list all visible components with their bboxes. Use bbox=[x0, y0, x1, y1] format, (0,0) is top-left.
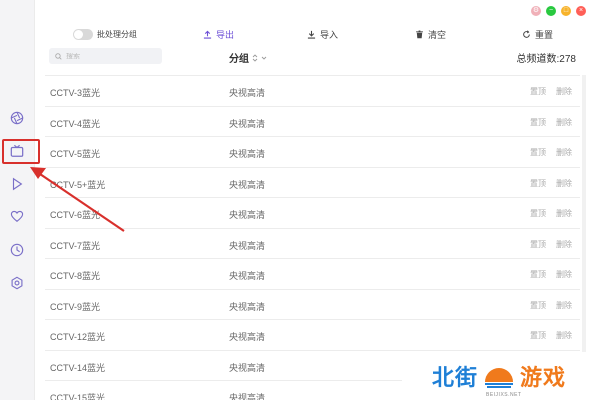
heart-icon[interactable] bbox=[7, 206, 27, 226]
aperture-icon[interactable] bbox=[7, 108, 27, 128]
pin-button[interactable]: 置顶 bbox=[530, 147, 546, 158]
pin-button[interactable]: 置顶 bbox=[530, 117, 546, 128]
batch-group-toggle[interactable]: 批处理分组 bbox=[73, 26, 137, 42]
delete-button[interactable]: 删除 bbox=[556, 178, 572, 189]
table-row[interactable]: CCTV-4蓝光 央视高清 置顶 删除 bbox=[45, 107, 580, 137]
group-column-header[interactable]: 分组 bbox=[229, 50, 267, 65]
table-row[interactable]: CCTV-3蓝光 央视高清 置顶 删除 bbox=[45, 76, 580, 107]
toggle-switch[interactable] bbox=[73, 28, 93, 40]
total-channels: 总频道数:278 bbox=[516, 54, 576, 65]
table-row[interactable]: CCTV-9蓝光 央视高清 置顶 删除 bbox=[45, 290, 580, 320]
chevron-down-icon[interactable] bbox=[261, 55, 267, 61]
watermark-text-part2: 游戏 bbox=[520, 366, 567, 391]
channel-name: CCTV-14蓝光 bbox=[50, 362, 106, 373]
gear-icon[interactable] bbox=[7, 273, 27, 293]
clear-label: 清空 bbox=[428, 29, 447, 40]
upload-icon bbox=[203, 30, 212, 39]
sort-icon[interactable] bbox=[252, 53, 258, 62]
play-icon[interactable] bbox=[7, 174, 27, 194]
sun-logo-icon bbox=[485, 368, 514, 388]
export-button[interactable]: 导出 bbox=[203, 26, 234, 42]
pin-button[interactable]: 置顶 bbox=[530, 178, 546, 189]
trash-icon bbox=[416, 29, 423, 38]
table-row[interactable]: CCTV-8蓝光 央视高清 置顶 删除 bbox=[45, 259, 580, 290]
search-input[interactable] bbox=[66, 52, 151, 60]
window-controls: ⚙ − □ × bbox=[531, 6, 586, 16]
table-row[interactable]: CCTV-7蓝光 央视高清 置顶 删除 bbox=[45, 229, 580, 259]
channel-group: 央视高清 bbox=[229, 362, 266, 373]
close-button[interactable]: × bbox=[576, 6, 586, 16]
delete-button[interactable]: 删除 bbox=[556, 330, 572, 341]
pin-button[interactable]: 置顶 bbox=[530, 330, 546, 341]
annotation-highlight-box bbox=[2, 139, 40, 164]
sidebar bbox=[0, 0, 34, 400]
main-panel: ⚙ − □ × 批处理分组 导出 导入 清空 重置 搜索 分组 总频道数:278… bbox=[34, 0, 600, 400]
import-button[interactable]: 导入 bbox=[307, 26, 338, 42]
channel-name: CCTV-12蓝光 bbox=[50, 332, 106, 342]
search-box[interactable] bbox=[49, 48, 162, 64]
maximize-button[interactable]: □ bbox=[561, 6, 571, 16]
channel-group: 央视高清 bbox=[229, 332, 266, 342]
channel-name: CCTV-9蓝光 bbox=[50, 301, 101, 312]
channel-group: 央视高清 bbox=[229, 210, 266, 220]
channel-name: CCTV-4蓝光 bbox=[50, 118, 101, 129]
settings-button[interactable]: ⚙ bbox=[531, 6, 541, 16]
channel-name: CCTV-6蓝光 bbox=[50, 210, 101, 220]
delete-button[interactable]: 删除 bbox=[556, 86, 572, 97]
toolbar: 批处理分组 导出 导入 清空 重置 bbox=[35, 26, 600, 42]
reset-label: 重置 bbox=[535, 29, 554, 40]
table-row[interactable]: CCTV-5+蓝光 央视高清 置顶 删除 bbox=[45, 168, 580, 198]
delete-button[interactable]: 删除 bbox=[556, 300, 572, 311]
search-icon bbox=[55, 52, 62, 60]
pin-button[interactable]: 置顶 bbox=[530, 300, 546, 311]
channel-name: CCTV-5+蓝光 bbox=[50, 179, 106, 190]
table-row[interactable]: CCTV-12蓝光 央视高清 置顶 删除 bbox=[45, 320, 580, 351]
pin-button[interactable]: 置顶 bbox=[530, 86, 546, 97]
table-row[interactable]: CCTV-6蓝光 央视高清 置顶 删除 bbox=[45, 198, 580, 229]
pin-button[interactable]: 置顶 bbox=[530, 239, 546, 250]
channel-group: 央视高清 bbox=[229, 271, 266, 281]
delete-button[interactable]: 删除 bbox=[556, 147, 572, 158]
channel-group: 央视高清 bbox=[229, 118, 266, 129]
channel-group: 央视高清 bbox=[229, 149, 266, 159]
download-icon bbox=[307, 30, 316, 39]
minimize-button[interactable]: − bbox=[546, 6, 556, 16]
channel-group: 央视高清 bbox=[229, 240, 266, 251]
table-row[interactable]: CCTV-5蓝光 央视高清 置顶 删除 bbox=[45, 137, 580, 168]
delete-button[interactable]: 删除 bbox=[556, 208, 572, 219]
group-header-label: 分组 bbox=[229, 54, 249, 65]
clock-icon[interactable] bbox=[7, 240, 27, 260]
clear-button[interactable]: 清空 bbox=[415, 26, 446, 42]
channel-group: 央视高清 bbox=[229, 301, 266, 312]
channel-name: CCTV-15蓝光 bbox=[50, 393, 106, 400]
channel-name: CCTV-8蓝光 bbox=[50, 271, 101, 281]
watermark-subtext: BEIJIXS.NET bbox=[486, 392, 522, 398]
import-label: 导入 bbox=[320, 29, 339, 40]
channel-group: 央视高清 bbox=[229, 88, 266, 98]
pin-button[interactable]: 置顶 bbox=[530, 208, 546, 219]
app-window: ⚙ − □ × 批处理分组 导出 导入 清空 重置 搜索 分组 总频道数:278… bbox=[0, 0, 600, 400]
channel-name: CCTV-3蓝光 bbox=[50, 88, 101, 98]
channel-group: 央视高清 bbox=[229, 393, 266, 400]
reset-button[interactable]: 重置 bbox=[522, 26, 553, 42]
batch-group-label: 批处理分组 bbox=[97, 29, 137, 39]
refresh-icon bbox=[523, 29, 530, 38]
channel-name: CCTV-7蓝光 bbox=[50, 240, 101, 251]
delete-button[interactable]: 删除 bbox=[556, 117, 572, 128]
delete-button[interactable]: 删除 bbox=[556, 269, 572, 280]
pin-button[interactable]: 置顶 bbox=[530, 269, 546, 280]
channel-name: CCTV-5蓝光 bbox=[50, 149, 101, 159]
channel-group: 央视高清 bbox=[229, 179, 266, 190]
export-label: 导出 bbox=[216, 29, 235, 40]
delete-button[interactable]: 删除 bbox=[556, 239, 572, 250]
watermark-text-part1: 北街 bbox=[432, 366, 479, 391]
